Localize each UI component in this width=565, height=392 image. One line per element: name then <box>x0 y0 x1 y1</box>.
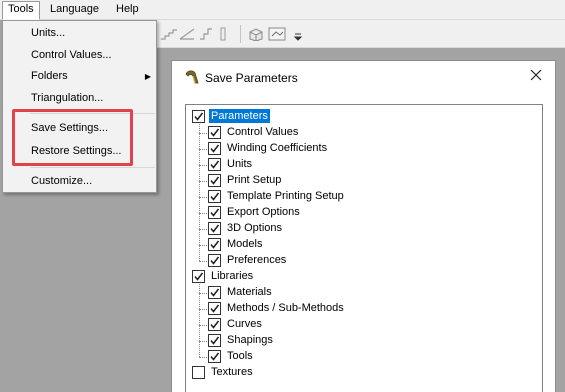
save-parameters-dialog: Save Parameters Parameters Control Values… <box>171 60 556 392</box>
menu-item-control-values[interactable]: Control Values... <box>4 45 156 66</box>
checkbox-checked[interactable] <box>208 142 221 155</box>
checkbox-checked[interactable] <box>192 110 205 123</box>
tree-item-label: Curves <box>227 318 262 330</box>
tree-item-label: Template Printing Setup <box>227 190 344 202</box>
checkbox-checked[interactable] <box>208 190 221 203</box>
checkbox-checked[interactable] <box>208 286 221 299</box>
tree-connector <box>199 245 207 246</box>
checkbox-checked[interactable] <box>208 350 221 363</box>
menu-item-customize[interactable]: Customize... <box>4 171 156 192</box>
menu-separator <box>30 167 155 168</box>
tree-connector <box>199 229 207 230</box>
submenu-arrow-icon: ▶ <box>144 72 151 81</box>
tree-connector <box>199 149 207 150</box>
tree-connector <box>199 357 207 358</box>
checkbox-checked[interactable] <box>208 222 221 235</box>
tree-connector <box>199 197 207 198</box>
menu-bar: Tools Language Help <box>0 0 565 20</box>
menu-tools[interactable]: Tools <box>2 1 40 20</box>
menu-item-units[interactable]: Units... <box>4 23 156 44</box>
menu-item-label: Triangulation... <box>31 92 104 104</box>
stairs-icon[interactable] <box>160 27 178 44</box>
tools-dropdown-menu: Units... Control Values... Folders ▶ Tri… <box>2 20 157 193</box>
tree-connector <box>199 325 207 326</box>
tree-connector <box>199 213 207 214</box>
checkbox-checked[interactable] <box>208 238 221 251</box>
tree-connector <box>199 341 207 342</box>
tree-connector <box>199 284 200 357</box>
tree-connector <box>199 309 207 310</box>
checkbox-checked[interactable] <box>208 158 221 171</box>
menu-language[interactable]: Language <box>45 2 104 18</box>
menu-item-label: Folders <box>31 70 68 82</box>
tree-item-label: Textures <box>211 366 253 378</box>
menu-item-label: Control Values... <box>31 49 112 61</box>
checkbox-checked[interactable] <box>208 126 221 139</box>
checkbox-unchecked[interactable] <box>192 366 205 379</box>
annotation-highlight-box <box>12 109 133 166</box>
close-icon[interactable] <box>529 68 543 82</box>
cube-icon[interactable] <box>248 27 264 44</box>
tree-item-label: Tools <box>227 350 253 362</box>
tree-item-label: Models <box>227 238 263 250</box>
tree-item-label: Winding Coefficients <box>227 142 328 154</box>
menu-item-folders[interactable]: Folders ▶ <box>4 66 156 87</box>
checkbox-checked[interactable] <box>208 254 221 267</box>
menu-help[interactable]: Help <box>111 2 144 18</box>
tree-connector <box>199 124 200 261</box>
checkbox-checked[interactable] <box>208 174 221 187</box>
tree-connector <box>199 181 207 182</box>
tree-item-label: Print Setup <box>227 174 282 186</box>
toolbar <box>156 20 565 48</box>
checkbox-checked[interactable] <box>208 334 221 347</box>
tree-item-label: Units <box>227 158 253 170</box>
tree-item-label: Parameters <box>209 109 270 123</box>
tree-item-label: 3D Options <box>227 222 283 234</box>
tree-item-label: Shapings <box>227 334 273 346</box>
tree-item-label: Materials <box>227 286 272 298</box>
view-3d-icon[interactable] <box>268 27 286 44</box>
checkbox-checked[interactable] <box>208 318 221 331</box>
tree-connector <box>199 133 207 134</box>
toolbar-separator <box>240 25 241 43</box>
column-icon[interactable] <box>218 27 228 44</box>
tree-item-label: Control Values <box>227 126 299 138</box>
parameters-tree: Parameters Control Values Winding Coeffici… <box>185 104 543 392</box>
tree-connector <box>199 165 207 166</box>
tree-item-label: Preferences <box>227 254 287 266</box>
tree-item-label: Export Options <box>227 206 300 218</box>
menu-item-label: Customize... <box>31 175 93 187</box>
menu-item-triangulation[interactable]: Triangulation... <box>4 88 156 109</box>
checkbox-checked[interactable] <box>208 302 221 315</box>
tree-connector <box>199 261 207 262</box>
checkbox-checked[interactable] <box>208 206 221 219</box>
step-icon[interactable] <box>198 27 214 44</box>
checkbox-checked[interactable] <box>192 270 205 283</box>
app-logo-icon <box>184 69 200 88</box>
ramp-icon[interactable] <box>178 27 196 44</box>
dialog-title: Save Parameters <box>205 71 298 85</box>
tree-connector <box>199 293 207 294</box>
tree-item-label: Libraries <box>211 270 254 282</box>
menu-item-label: Units... <box>31 27 66 39</box>
toolbar-overflow-icon[interactable] <box>293 32 303 44</box>
tree-item-label: Methods / Sub-Methods <box>227 302 344 314</box>
